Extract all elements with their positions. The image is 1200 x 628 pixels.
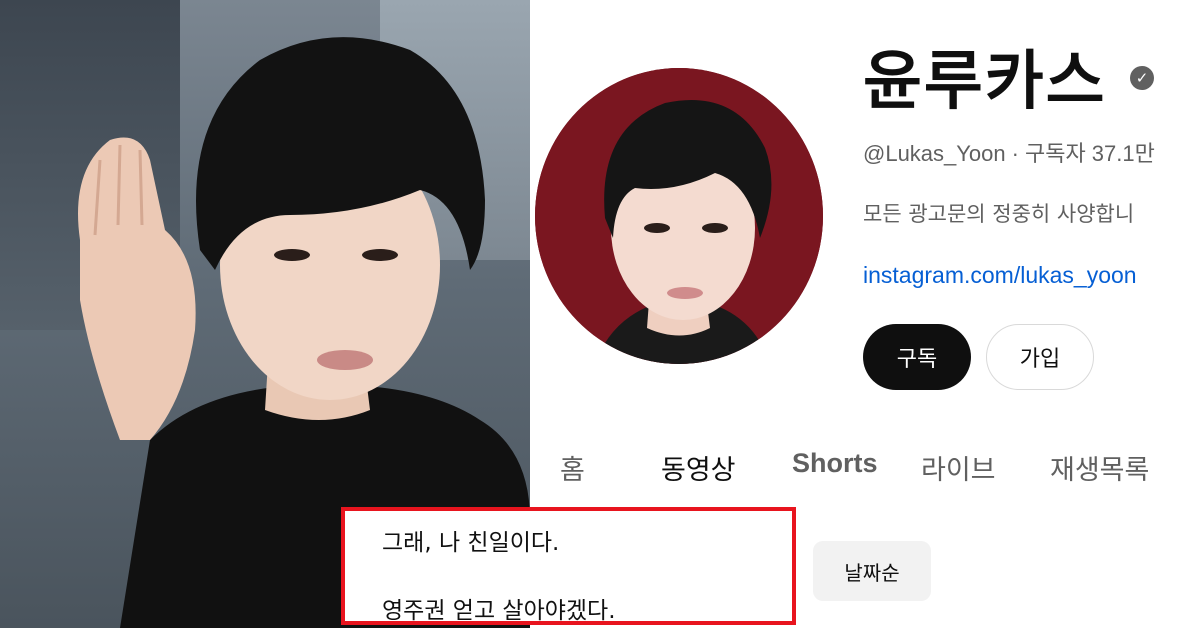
channel-link[interactable]: instagram.com/lukas_yoon <box>863 262 1137 289</box>
channel-name: 윤루카스 <box>863 45 1107 119</box>
meta-separator: · <box>1011 141 1019 166</box>
subscribe-button[interactable]: 구독 <box>863 324 971 390</box>
caption-line-2: 영주권 얻고 살아야겠다. <box>382 598 616 624</box>
caption-line-1: 그래, 나 친일이다. <box>382 530 560 556</box>
channel-handle: @Lukas_Yoon <box>863 141 1006 166</box>
sort-by-date-chip[interactable]: 날짜순 <box>813 541 931 601</box>
tab-live[interactable]: 라이브 <box>921 448 996 487</box>
subscriber-count: 구독자 37.1만 <box>1024 141 1155 166</box>
verified-check-icon: ✓ <box>1130 66 1154 90</box>
join-button[interactable]: 가입 <box>986 324 1094 390</box>
tab-playlists[interactable]: 재생목록 <box>1050 448 1149 487</box>
avatar-photo <box>535 68 823 364</box>
channel-tabs: 홈 동영상 Shorts 라이브 재생목록 <box>530 440 1200 490</box>
tab-home[interactable]: 홈 <box>560 448 585 487</box>
channel-avatar[interactable] <box>535 68 823 364</box>
caption-box: 그래, 나 친일이다. 영주권 얻고 살아야겠다. <box>341 507 796 625</box>
channel-meta: @Lukas_Yoon · 구독자 37.1만 <box>863 136 1155 168</box>
tab-videos[interactable]: 동영상 <box>661 448 736 487</box>
tab-shorts[interactable]: Shorts <box>792 448 878 479</box>
channel-description[interactable]: 모든 광고문의 정중히 사양합니 <box>863 198 1134 228</box>
